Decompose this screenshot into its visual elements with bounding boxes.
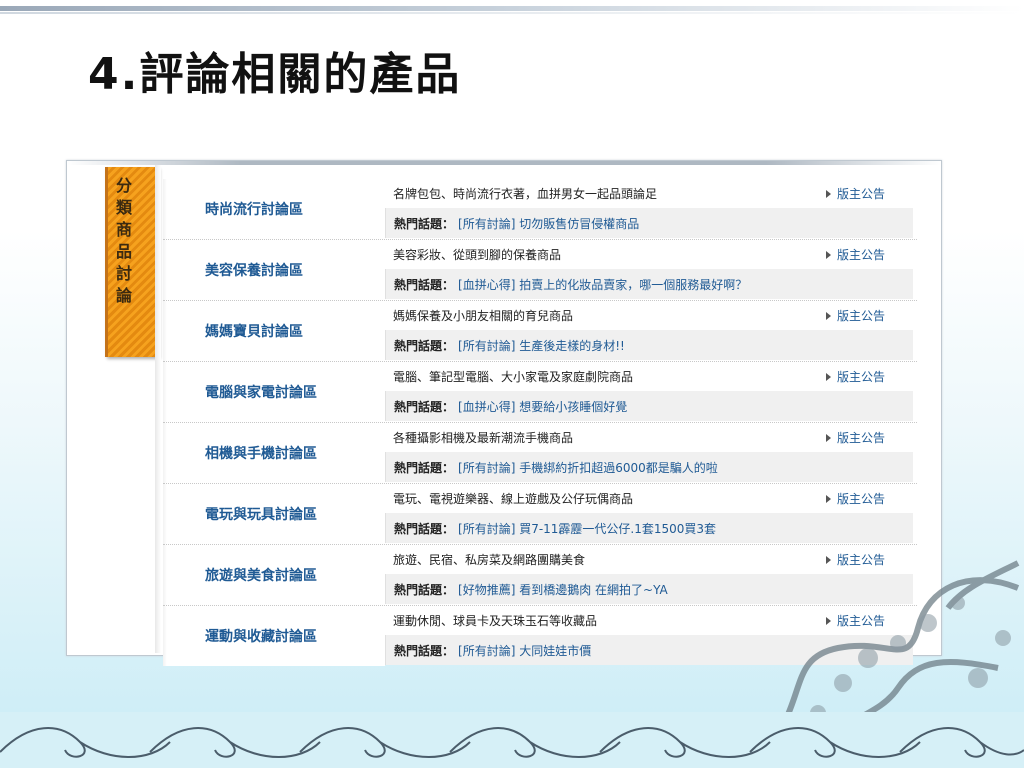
category-row: 美容保養討論區 美容彩妝、從頭到腳的保養商品 版主公告 熱門話題： [血拼心得]… (163, 240, 917, 301)
category-link[interactable]: 運動與收藏討論區 (163, 606, 385, 666)
category-link[interactable]: 旅遊與美食討論區 (163, 545, 385, 605)
hot-topic-link[interactable]: [所有討論] 大同娃娃市價 (458, 642, 591, 659)
triangle-right-icon (825, 311, 831, 320)
hot-topic-line: 熱門話題： [所有討論] 切勿販售仿冒侵權商品 (385, 208, 913, 238)
panel-left-shade (155, 165, 161, 653)
category-row: 時尚流行討論區 名牌包包、時尚流行衣著，血拼男女一起品頭論足 版主公告 熱門話題… (163, 179, 917, 240)
hot-topic-label: 熱門話題： (394, 460, 455, 475)
hot-topic-line: 熱門話題： [所有討論] 手機綁約折扣超過6000都是騙人的啦 (385, 452, 913, 482)
ribbon-char: 討 (115, 264, 132, 283)
hot-topic-label: 熱門話題： (394, 216, 455, 231)
category-link[interactable]: 時尚流行討論區 (163, 179, 385, 239)
ribbon-char: 品 (115, 242, 132, 261)
hot-topic-label: 熱門話題： (394, 582, 455, 597)
triangle-right-icon (825, 494, 831, 503)
description-text: 各種攝影相機及最新潮流手機商品 (393, 431, 574, 445)
hot-topic-label: 熱門話題： (394, 399, 455, 414)
category-description: 媽媽保養及小朋友相關的育兒商品 版主公告 (385, 301, 913, 330)
category-link[interactable]: 電腦與家電討論區 (163, 362, 385, 422)
hot-topic-label: 熱門話題： (394, 338, 455, 353)
ribbon-label: 分 類 商 品 討 論 (111, 175, 137, 307)
hot-topic-label: 熱門話題： (394, 643, 455, 658)
hot-topic-link[interactable]: [所有討論] 生產後走樣的身材!! (458, 337, 625, 354)
description-text: 名牌包包、時尚流行衣著，血拼男女一起品頭論足 (393, 187, 658, 201)
description-text: 電腦、筆記型電腦、大小家電及家庭劇院商品 (393, 370, 634, 384)
moderator-notice-link[interactable]: 版主公告 (825, 484, 885, 513)
hot-topic-link[interactable]: [所有討論] 手機綁約折扣超過6000都是騙人的啦 (458, 459, 718, 476)
moderator-notice-link[interactable]: 版主公告 (825, 179, 885, 208)
description-text: 運動休閒、球員卡及天珠玉石等收藏品 (393, 614, 598, 628)
hot-topic-link[interactable]: [血拼心得] 拍賣上的化妝品賣家，哪一個服務最好啊？ (458, 276, 747, 293)
notice-label: 版主公告 (836, 370, 885, 384)
triangle-right-icon (825, 250, 831, 259)
ribbon-char: 論 (115, 286, 132, 305)
category-row: 電腦與家電討論區 電腦、筆記型電腦、大小家電及家庭劇院商品 版主公告 熱門話題：… (163, 362, 917, 423)
ribbon-char: 分 (115, 176, 132, 195)
notice-label: 版主公告 (836, 187, 885, 201)
notice-label: 版主公告 (836, 309, 885, 323)
category-description: 名牌包包、時尚流行衣著，血拼男女一起品頭論足 版主公告 (385, 179, 913, 208)
description-text: 美容彩妝、從頭到腳的保養商品 (393, 248, 562, 262)
triangle-right-icon (825, 372, 831, 381)
hot-topic-line: 熱門話題： [血拼心得] 想要給小孩睡個好覺 (385, 391, 913, 421)
hot-topic-link[interactable]: [血拼心得] 想要給小孩睡個好覺 (458, 398, 627, 415)
description-text: 電玩、電視遊樂器、線上遊戲及公仔玩偶商品 (393, 492, 634, 506)
notice-label: 版主公告 (836, 492, 885, 506)
category-row: 媽媽寶貝討論區 媽媽保養及小朋友相關的育兒商品 版主公告 熱門話題： [所有討論… (163, 301, 917, 362)
category-description: 各種攝影相機及最新潮流手機商品 版主公告 (385, 423, 913, 452)
top-divider (0, 6, 1024, 11)
slide-title: 4.評論相關的產品 (88, 49, 462, 100)
category-description: 電玩、電視遊樂器、線上遊戲及公仔玩偶商品 版主公告 (385, 484, 913, 513)
hot-topic-line: 熱門話題： [所有討論] 買7-11霹靂一代公仔.1套1500買3套 (385, 513, 913, 543)
hot-topic-label: 熱門話題： (394, 521, 455, 536)
hot-topic-label: 熱門話題： (394, 277, 455, 292)
triangle-right-icon (825, 189, 831, 198)
hot-topic-line: 熱門話題： [所有討論] 生產後走樣的身材!! (385, 330, 913, 360)
notice-label: 版主公告 (836, 431, 885, 445)
moderator-notice-link[interactable]: 版主公告 (825, 240, 885, 269)
moderator-notice-link[interactable]: 版主公告 (825, 301, 885, 330)
triangle-right-icon (825, 433, 831, 442)
category-row: 相機與手機討論區 各種攝影相機及最新潮流手機商品 版主公告 熱門話題： [所有討… (163, 423, 917, 484)
category-link[interactable]: 電玩與玩具討論區 (163, 484, 385, 544)
category-description: 美容彩妝、從頭到腳的保養商品 版主公告 (385, 240, 913, 269)
category-link[interactable]: 媽媽寶貝討論區 (163, 301, 385, 361)
hot-topic-link[interactable]: [所有討論] 買7-11霹靂一代公仔.1套1500買3套 (458, 520, 716, 537)
wave-border-decoration (0, 712, 1024, 768)
top-divider-thin (0, 12, 1024, 14)
moderator-notice-link[interactable]: 版主公告 (825, 362, 885, 391)
category-link[interactable]: 相機與手機討論區 (163, 423, 385, 483)
ribbon-char: 商 (115, 220, 132, 239)
hot-topic-link[interactable]: [好物推薦] 看到橋邊鵝肉 在網拍了~YA (458, 581, 668, 598)
category-description: 電腦、筆記型電腦、大小家電及家庭劇院商品 版主公告 (385, 362, 913, 391)
description-text: 媽媽保養及小朋友相關的育兒商品 (393, 309, 574, 323)
moderator-notice-link[interactable]: 版主公告 (825, 423, 885, 452)
description-text: 旅遊、民宿、私房菜及網路團購美食 (393, 553, 586, 567)
hot-topic-link[interactable]: [所有討論] 切勿販售仿冒侵權商品 (458, 215, 639, 232)
panel-top-border (67, 161, 941, 165)
category-row: 電玩與玩具討論區 電玩、電視遊樂器、線上遊戲及公仔玩偶商品 版主公告 熱門話題：… (163, 484, 917, 545)
category-link[interactable]: 美容保養討論區 (163, 240, 385, 300)
hot-topic-line: 熱門話題： [血拼心得] 拍賣上的化妝品賣家，哪一個服務最好啊？ (385, 269, 913, 299)
notice-label: 版主公告 (836, 248, 885, 262)
ribbon-char: 類 (115, 198, 132, 217)
